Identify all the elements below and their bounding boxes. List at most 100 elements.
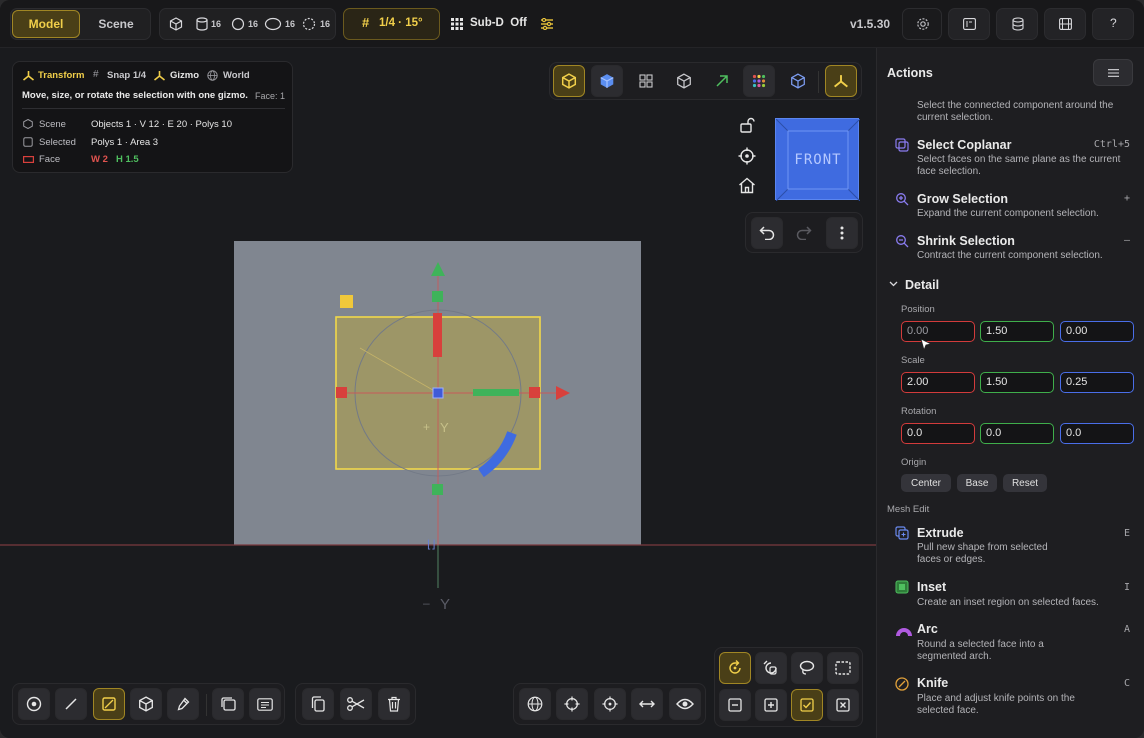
- gizmo-x-scale-bar[interactable]: [473, 389, 519, 396]
- layers-button[interactable]: [212, 688, 244, 720]
- capsule-icon[interactable]: [264, 17, 282, 31]
- gizmo-x-handle-right[interactable]: [529, 387, 540, 398]
- film-button[interactable]: [1044, 8, 1086, 40]
- position-z-field[interactable]: 0.00: [1060, 321, 1134, 342]
- wire-cube-icon: [677, 73, 691, 89]
- shortcut-inset: I: [1123, 582, 1130, 593]
- copy-button[interactable]: [302, 688, 334, 720]
- svg-text:+: +: [423, 420, 430, 434]
- clear-select-button[interactable]: [827, 689, 859, 721]
- home-icon[interactable]: [738, 177, 756, 194]
- panel-layout-button[interactable]: [948, 8, 990, 40]
- paint-select-button[interactable]: [755, 652, 787, 684]
- lock-icon[interactable]: [739, 117, 755, 133]
- cut-button[interactable]: [340, 688, 372, 720]
- world-space-button[interactable]: [519, 688, 551, 720]
- scale-x-field[interactable]: 2.00: [901, 372, 975, 393]
- origin-base-button[interactable]: Base: [957, 474, 997, 492]
- action-arc[interactable]: Arc: [917, 622, 938, 636]
- gizmo-y-handle-bottom[interactable]: [432, 484, 443, 495]
- rotate-select-button[interactable]: [719, 652, 751, 684]
- subd-toggle[interactable]: Sub-D Off: [470, 17, 527, 29]
- gizmo-x-handle-left[interactable]: [336, 387, 347, 398]
- box-select-button[interactable]: [827, 652, 859, 684]
- origin-center-button[interactable]: Center: [901, 474, 951, 492]
- chevron-down-icon[interactable]: [889, 281, 898, 287]
- action-grow-selection[interactable]: Grow Selection: [917, 192, 1008, 206]
- gizmo-toggle-button[interactable]: [825, 65, 857, 97]
- tab-snap[interactable]: Snap 1/4: [107, 70, 146, 81]
- object-mode-button[interactable]: [130, 688, 162, 720]
- hand-select-icon: [763, 660, 777, 675]
- face-mode-button[interactable]: [93, 688, 125, 720]
- settings-button[interactable]: [902, 8, 942, 40]
- mode-model-button[interactable]: Model: [12, 10, 80, 38]
- position-x-field[interactable]: 0.00: [901, 321, 975, 342]
- action-knife[interactable]: Knife: [917, 676, 948, 690]
- palette-button[interactable]: [743, 65, 775, 97]
- edge-mode-button[interactable]: [55, 688, 87, 720]
- redo-button[interactable]: [788, 217, 820, 249]
- action-select-coplanar[interactable]: Select Coplanar: [917, 138, 1011, 152]
- sidebar-menu-button[interactable]: [1093, 59, 1133, 86]
- top-toolbar: Model Scene 16 16 16 16 # 1/4 · 15° Sub-…: [0, 0, 1144, 48]
- origin-reset-button[interactable]: Reset: [1003, 474, 1047, 492]
- rotation-y-field[interactable]: 0.0: [980, 423, 1054, 444]
- mirror-button[interactable]: [631, 688, 663, 720]
- cube-icon[interactable]: [169, 17, 183, 31]
- gizmo-center[interactable]: [432, 387, 444, 399]
- gizmo-y-handle-top[interactable]: [432, 291, 443, 302]
- tab-gizmo[interactable]: Gizmo: [170, 70, 199, 81]
- help-button[interactable]: ?: [1092, 8, 1134, 40]
- lasso-select-button[interactable]: [791, 652, 823, 684]
- delete-button[interactable]: [378, 688, 410, 720]
- scale-z-field[interactable]: 0.25: [1060, 372, 1134, 393]
- crosshair-icon[interactable]: [738, 147, 756, 165]
- view-cube[interactable]: FRONT: [775, 118, 860, 201]
- action-shrink-selection[interactable]: Shrink Selection: [917, 234, 1015, 248]
- cylinder-icon[interactable]: [196, 17, 208, 31]
- mesh-edit-label: Mesh Edit: [887, 504, 930, 515]
- solid-view-button[interactable]: [553, 65, 585, 97]
- xray-view-button[interactable]: [782, 65, 814, 97]
- detail-title[interactable]: Detail: [905, 278, 939, 292]
- gizmo-uniform-handle[interactable]: [340, 295, 353, 308]
- tab-world[interactable]: World: [223, 70, 250, 81]
- snap-toggle[interactable]: # 1/4 · 15°: [343, 8, 440, 40]
- tab-transform[interactable]: Transform: [38, 70, 84, 81]
- sliders-icon[interactable]: [540, 18, 554, 30]
- shaded-view-button[interactable]: [591, 65, 623, 97]
- add-select-button[interactable]: [755, 689, 787, 721]
- help-icon: ?: [1110, 16, 1117, 30]
- pick-button[interactable]: [167, 688, 199, 720]
- torus-icon[interactable]: [302, 17, 316, 31]
- snap-target-button[interactable]: [556, 688, 588, 720]
- rotation-x-field[interactable]: 0.0: [901, 423, 975, 444]
- marquee-icon: [835, 661, 851, 675]
- database-button[interactable]: [996, 8, 1038, 40]
- position-y-field[interactable]: 1.50: [980, 321, 1054, 342]
- undo-button[interactable]: [751, 217, 783, 249]
- visibility-button[interactable]: [669, 688, 701, 720]
- mode-scene-button[interactable]: Scene: [83, 10, 149, 38]
- notes-button[interactable]: [249, 688, 281, 720]
- gizmo-y-scale-bar[interactable]: [433, 313, 442, 357]
- vertex-mode-button[interactable]: [18, 688, 50, 720]
- cylinder-count: 16: [211, 19, 222, 29]
- action-extrude[interactable]: Extrude: [917, 526, 964, 540]
- rotation-z-field[interactable]: 0.0: [1060, 423, 1134, 444]
- primitive-counts: 16 16 16 16: [159, 8, 336, 40]
- sphere-icon[interactable]: [231, 17, 245, 31]
- 3d-viewport[interactable]: + Y ⌊⌋ – Y Transform # Snap 1/4 Gizmo Wo…: [0, 48, 876, 738]
- pivot-button[interactable]: [594, 688, 626, 720]
- grid-view-button[interactable]: [630, 65, 662, 97]
- normals-button[interactable]: [706, 65, 738, 97]
- more-button[interactable]: [826, 217, 858, 249]
- extrude-icon: [895, 526, 909, 540]
- wireframe-view-button[interactable]: [668, 65, 700, 97]
- action-inset[interactable]: Inset: [917, 580, 946, 594]
- replace-select-button[interactable]: [791, 689, 823, 721]
- scale-y-field[interactable]: 1.50: [980, 372, 1054, 393]
- coplanar-icon: [895, 138, 909, 152]
- subtract-select-button[interactable]: [719, 689, 751, 721]
